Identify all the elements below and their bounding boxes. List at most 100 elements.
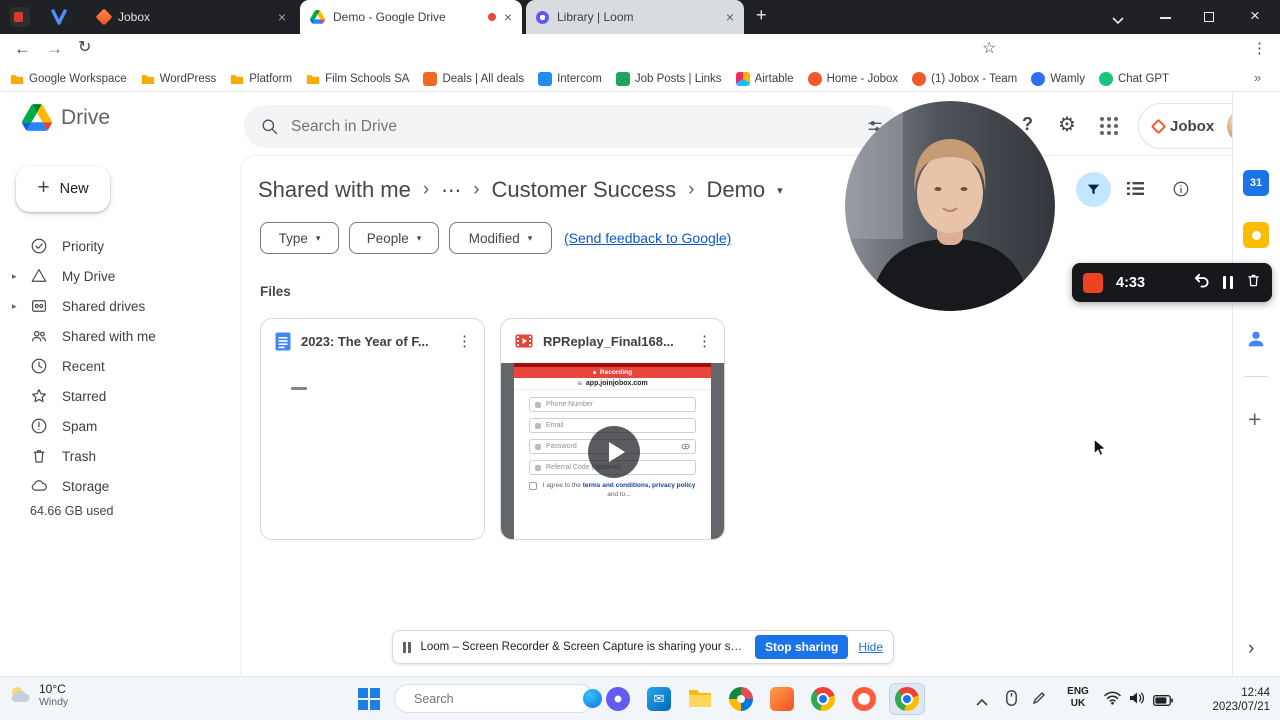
view-filter-toggle[interactable] (1076, 172, 1111, 207)
sidebar-item-storage[interactable]: Storage (0, 471, 236, 501)
tab-close-icon[interactable]: × (504, 10, 512, 24)
back-icon[interactable]: ← (14, 40, 31, 57)
bookmark-item[interactable]: Job Posts | Links (615, 71, 722, 86)
feedback-link[interactable]: (Send feedback to Google) (564, 230, 731, 246)
weather-widget[interactable]: 10°C Windy (8, 682, 68, 709)
taskbar-icon-photos[interactable] (729, 687, 753, 711)
bookmark-item[interactable]: Intercom (538, 71, 602, 86)
breadcrumb-current[interactable]: Demo (706, 177, 765, 203)
breadcrumb-caret-icon[interactable]: ▾ (777, 184, 783, 197)
filter-chip-type[interactable]: Type ▾ (260, 222, 339, 254)
sidebar-item-shared-with-me[interactable]: Shared with me (0, 321, 236, 351)
tab-drive-active[interactable]: Demo - Google Drive × (300, 0, 522, 34)
drive-logo[interactable]: Drive (22, 104, 110, 131)
sidebar-item-shared-drives[interactable]: ▸ Shared drives (0, 291, 236, 321)
sidebar-item-priority[interactable]: Priority (0, 231, 236, 261)
tab-jobox[interactable]: Jobox × (88, 0, 296, 34)
sidebar-item-spam[interactable]: Spam (0, 411, 236, 441)
new-button[interactable]: + New (16, 166, 110, 212)
calendar-icon[interactable]: 31 (1243, 170, 1269, 196)
pinned-v-icon[interactable] (50, 8, 68, 31)
taskbar-icon-recording-ring[interactable] (852, 687, 876, 711)
browser-menu-kebab-icon[interactable]: ⋮ (1252, 41, 1267, 56)
taskbar-icon-chrome[interactable] (811, 687, 835, 711)
tab-loom[interactable]: Library | Loom × (526, 0, 744, 34)
drive-search-input[interactable] (291, 117, 854, 136)
expand-caret-icon[interactable]: ▸ (12, 301, 17, 312)
stop-recording-button[interactable] (1083, 272, 1103, 293)
reload-icon[interactable]: ↻ (78, 40, 91, 56)
delete-recording-icon[interactable] (1246, 272, 1261, 293)
doc-preview (261, 363, 484, 539)
bookmark-folder[interactable]: Google Workspace (10, 73, 127, 85)
wifi-icon[interactable] (1104, 691, 1121, 710)
info-icon[interactable] (1172, 180, 1190, 203)
forward-icon[interactable]: → (46, 40, 63, 57)
tab-close-icon[interactable]: × (278, 10, 286, 24)
drive-search-bar[interactable] (244, 105, 900, 148)
webcam-bubble[interactable] (845, 101, 1055, 311)
tray-expand-chevron-icon[interactable] (976, 693, 988, 711)
taskbar-clock[interactable]: 12:44 2023/07/21 (1182, 686, 1270, 715)
file-menu-kebab-icon[interactable]: ⋮ (697, 332, 712, 350)
breadcrumb-middle[interactable]: Customer Success (492, 177, 677, 203)
filter-chip-modified[interactable]: Modified ▾ (449, 222, 552, 254)
new-tab-button[interactable]: + (756, 5, 767, 26)
bookmark-star-icon[interactable]: ☆ (982, 41, 996, 57)
bookmark-item[interactable]: Wamly (1031, 71, 1085, 86)
bookmark-item[interactable]: Chat GPT (1098, 71, 1169, 86)
file-card-doc[interactable]: 2023: The Year of F... ⋮ (260, 318, 485, 540)
list-view-icon[interactable] (1126, 180, 1145, 202)
tray-mouse-icon[interactable] (1006, 690, 1017, 711)
bookmark-item[interactable]: Airtable (735, 71, 794, 86)
drive-app: Drive + New Priority ▸ My Drive ▸ Shared… (0, 92, 1280, 676)
add-addon-button[interactable]: + (1248, 406, 1261, 433)
pause-recording-icon[interactable] (1222, 276, 1233, 289)
taskbar-icon-orange-app[interactable] (770, 687, 794, 711)
filter-chip-people[interactable]: People ▾ (349, 222, 439, 254)
apps-grid-icon[interactable] (1100, 117, 1118, 135)
contacts-icon[interactable] (1245, 328, 1267, 355)
window-maximize-button[interactable] (1204, 12, 1214, 22)
bookmark-label: Google Workspace (29, 72, 127, 85)
bookmark-item[interactable]: (1) Jobox - Team (912, 71, 1017, 86)
side-panel-collapse-icon[interactable]: › (1248, 638, 1254, 660)
window-close-button[interactable]: × (1250, 6, 1260, 26)
language-indicator[interactable]: ENG UK (1062, 686, 1094, 709)
bookmark-item[interactable]: Deals | All deals (423, 71, 524, 86)
keep-icon[interactable] (1243, 222, 1269, 248)
file-menu-kebab-icon[interactable]: ⋮ (457, 332, 472, 350)
breadcrumb-ellipsis-button[interactable]: ⋯ (441, 178, 461, 203)
taskbar-icon-file-explorer[interactable] (688, 688, 712, 714)
breadcrumb-root[interactable]: Shared with me (258, 177, 411, 203)
sidebar-item-trash[interactable]: Trash (0, 441, 236, 471)
window-minimize-button[interactable] (1160, 17, 1171, 19)
taskbar-icon-loom[interactable] (606, 687, 630, 711)
video-play-button[interactable] (588, 426, 640, 478)
stop-sharing-button[interactable]: Stop sharing (754, 635, 849, 659)
bookmark-folder[interactable]: Film Schools SA (306, 73, 409, 85)
sidebar-item-recent[interactable]: Recent (0, 351, 236, 381)
battery-icon[interactable] (1153, 693, 1173, 711)
tray-pen-icon[interactable] (1032, 691, 1046, 710)
settings-gear-icon[interactable]: ⚙ (1058, 112, 1076, 137)
expand-caret-icon[interactable]: ▸ (12, 271, 17, 282)
file-card-video[interactable]: RPReplay_Final168... ⋮ Recording ≡ app.j… (500, 318, 725, 540)
app-window-icon[interactable] (10, 7, 30, 27)
chrome-sharing-window[interactable] (889, 683, 925, 715)
bookmark-folder[interactable]: Platform (230, 73, 292, 85)
taskbar-search-input[interactable] (414, 691, 575, 706)
bookmarks-overflow-icon[interactable]: » (1254, 70, 1261, 85)
sidebar-item-my-drive[interactable]: ▸ My Drive (0, 261, 236, 291)
bookmark-item[interactable]: Home - Jobox (807, 71, 898, 86)
bookmark-folder[interactable]: WordPress (141, 73, 216, 85)
taskbar-icon-outlook[interactable]: ✉ (647, 687, 671, 711)
sidebar-item-starred[interactable]: Starred (0, 381, 236, 411)
taskbar-search[interactable] (394, 684, 602, 713)
volume-icon[interactable] (1129, 691, 1145, 710)
start-button[interactable] (358, 688, 380, 710)
hide-link[interactable]: Hide (858, 640, 883, 654)
restart-recording-icon[interactable] (1193, 272, 1210, 293)
window-menu-chevron-icon[interactable] (1112, 12, 1124, 30)
tab-close-icon[interactable]: × (726, 10, 734, 24)
